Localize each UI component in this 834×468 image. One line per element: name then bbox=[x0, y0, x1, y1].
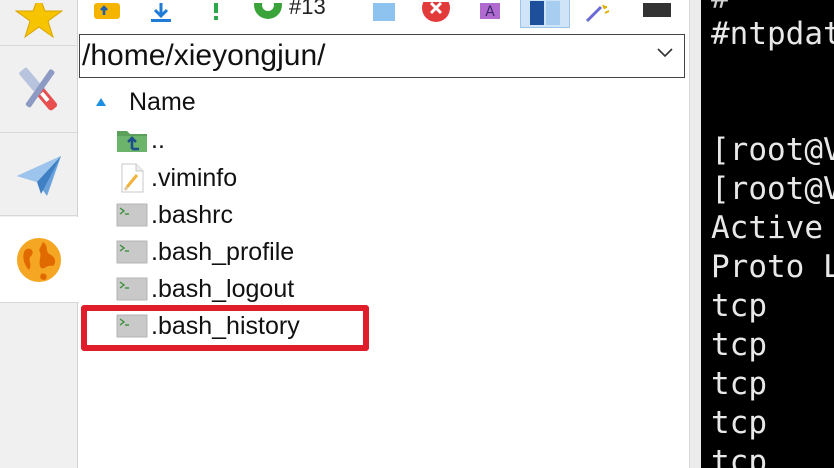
sidebar-tab-tools[interactable] bbox=[0, 47, 78, 133]
exclamation-icon bbox=[214, 3, 218, 20]
toolbar-partial-label: #13 bbox=[289, 0, 326, 19]
folder-up-icon bbox=[94, 3, 120, 19]
terminal-icon bbox=[643, 3, 671, 17]
shell-script-icon bbox=[115, 201, 148, 229]
toolbar-button-up[interactable] bbox=[89, 0, 125, 28]
toolbar: #13 A bbox=[79, 0, 689, 32]
path-input[interactable]: /home/xieyongjun/ bbox=[80, 39, 326, 73]
list-item[interactable]: .bashrc bbox=[115, 197, 233, 233]
folder-up-icon bbox=[115, 126, 148, 154]
paper-plane-icon bbox=[17, 155, 61, 196]
path-combobox[interactable]: /home/xieyongjun/ bbox=[79, 34, 685, 78]
svg-text:A: A bbox=[485, 4, 495, 20]
terminal-line: Active bbox=[711, 210, 823, 246]
file-name: .bashrc bbox=[151, 200, 233, 229]
list-item[interactable]: .bash_profile bbox=[115, 234, 294, 270]
terminal-line: [root@V bbox=[711, 132, 834, 168]
download-icon bbox=[151, 3, 171, 22]
panel-splitter[interactable] bbox=[689, 0, 701, 468]
magic-wand-icon bbox=[585, 4, 610, 23]
terminal-line: tcp bbox=[711, 405, 767, 441]
terminal-line: tcp bbox=[711, 366, 767, 402]
toolbar-button-delete[interactable] bbox=[419, 0, 453, 28]
toolbar-button-info[interactable] bbox=[201, 0, 231, 28]
terminal-line: tcp bbox=[711, 288, 767, 324]
toolbar-button-refresh[interactable]: #13 bbox=[251, 0, 351, 28]
file-name: .viminfo bbox=[151, 163, 238, 192]
column-name-label: Name bbox=[129, 87, 196, 116]
file-browser-panel: #13 A /home/xieyongjun/ Name .. .viminfo… bbox=[79, 0, 689, 468]
sidebar-tab-sftp[interactable] bbox=[0, 217, 79, 303]
file-name: .bash_history bbox=[151, 311, 300, 340]
toolbar-button-rename[interactable]: A bbox=[475, 0, 505, 28]
sidebar-tabs bbox=[0, 0, 79, 468]
list-item[interactable]: .bash_history bbox=[115, 308, 300, 344]
sidebar-tab-favorites[interactable] bbox=[0, 0, 78, 46]
tools-icon bbox=[19, 67, 58, 110]
globe-icon bbox=[17, 237, 61, 282]
file-name: .bash_logout bbox=[151, 274, 295, 303]
sidebar-tab-send[interactable] bbox=[0, 134, 78, 216]
terminal-line: tcp bbox=[711, 444, 767, 468]
toolbar-button-new-file[interactable] bbox=[367, 0, 401, 28]
terminal-line: tcp bbox=[711, 327, 767, 363]
new-file-icon bbox=[373, 3, 395, 21]
terminal-line-cut: # bbox=[711, 0, 730, 16]
list-item[interactable]: .bash_logout bbox=[115, 271, 294, 307]
text-file-icon bbox=[115, 163, 148, 193]
sort-ascending-icon bbox=[96, 98, 106, 106]
toolbar-button-magic[interactable] bbox=[581, 0, 615, 28]
delete-icon bbox=[422, 2, 450, 22]
toolbar-button-view-toggle[interactable] bbox=[520, 0, 570, 28]
terminal-pane[interactable]: # #ntpdat [root@V [root@V Active Proto L… bbox=[701, 0, 834, 468]
chevron-down-icon[interactable] bbox=[656, 47, 674, 59]
toolbar-button-terminal[interactable] bbox=[639, 0, 675, 28]
rename-icon: A bbox=[480, 3, 500, 20]
column-header-name[interactable]: Name bbox=[79, 86, 685, 118]
shell-script-icon bbox=[115, 275, 148, 303]
shell-script-icon bbox=[115, 312, 148, 340]
toolbar-button-download[interactable] bbox=[143, 0, 179, 28]
list-item[interactable]: .viminfo bbox=[115, 160, 237, 196]
terminal-line: Proto L bbox=[711, 249, 834, 285]
panel-view-icon bbox=[530, 0, 560, 25]
terminal-line: #ntpdat bbox=[711, 16, 834, 52]
file-name: .. bbox=[151, 125, 165, 154]
file-name: .bash_profile bbox=[151, 237, 295, 266]
refresh-icon bbox=[254, 3, 282, 19]
shell-script-icon bbox=[115, 238, 148, 266]
star-icon bbox=[15, 2, 63, 38]
terminal-line: [root@V bbox=[711, 171, 834, 207]
list-item[interactable]: .. bbox=[115, 122, 165, 158]
